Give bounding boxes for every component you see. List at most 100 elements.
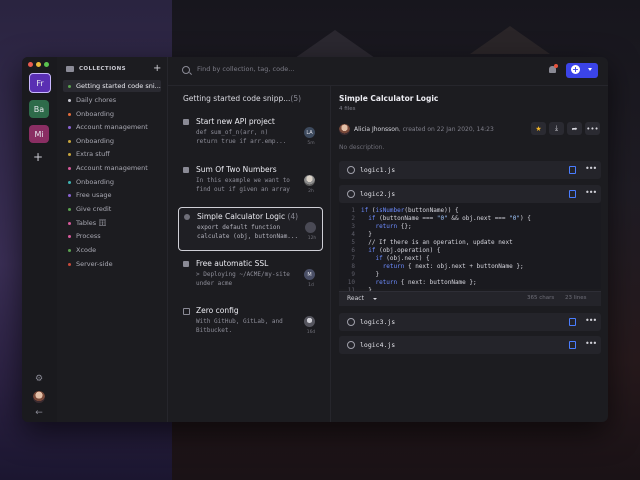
more-options-icon[interactable]: ••• <box>585 188 597 197</box>
add-collection-icon[interactable]: + <box>153 63 161 74</box>
copy-icon[interactable] <box>569 318 576 326</box>
file-name: logic3.js <box>360 318 396 326</box>
sidebar-item-onboarding[interactable]: Onboarding <box>63 108 161 120</box>
collection-color-dot <box>68 112 71 116</box>
copy-icon[interactable] <box>569 190 576 198</box>
snippet-icon <box>184 214 190 220</box>
collections-title: COLLECTIONS <box>79 66 126 72</box>
snippet-preview-line: calculate (obj, buttonNam... <box>197 233 299 240</box>
line-number: 9 <box>351 271 355 278</box>
sidebar-item-daily-chores[interactable]: Daily chores <box>63 94 161 106</box>
author-name: Alicia Jhonsson <box>354 126 399 133</box>
file-header-logic1[interactable]: logic1.js ••• <box>339 161 601 179</box>
sidebar-item-label: Onboarding <box>76 110 115 118</box>
more-options-icon[interactable]: ••• <box>585 339 597 348</box>
sidebar-item-onboarding[interactable]: Onboarding <box>63 176 161 188</box>
created-date: , created on 22 Jan 2020, 14:23 <box>398 126 494 133</box>
settings-icon[interactable]: ⚙ <box>33 373 45 385</box>
collection-color-dot <box>68 234 71 238</box>
collection-color-dot <box>68 139 71 143</box>
close-window-button[interactable] <box>28 62 33 67</box>
snippet-preview-line: return true if arr.emp... <box>196 138 287 145</box>
collection-color-dot <box>68 180 71 184</box>
code-line: if (buttonName === "0" && obj.next === "… <box>368 215 531 222</box>
language-select[interactable]: React <box>347 295 364 302</box>
sidebar-item-give-credit[interactable]: Give credit <box>63 203 161 215</box>
snippet-title: Simple Calculator Logic (4) <box>197 212 299 221</box>
sidebar-item-server-side[interactable]: Server-side <box>63 258 161 270</box>
collapse-sidebar-icon[interactable]: ← <box>33 407 45 419</box>
sidebar-item-onboarding[interactable]: Onboarding <box>63 135 161 147</box>
snippet-card-simple-calculator-logic[interactable]: Simple Calculator Logic (4) export defau… <box>178 207 323 251</box>
more-options-icon[interactable]: ••• <box>585 164 597 173</box>
sidebar-item-label: Onboarding <box>76 178 115 186</box>
copy-icon[interactable] <box>569 166 576 174</box>
search-input[interactable] <box>197 65 397 73</box>
snippet-card-zero-config[interactable]: Zero config With GitHub, GitLab, and Bit… <box>178 302 321 344</box>
files-count: 4 files <box>339 106 356 112</box>
file-header-logic2[interactable]: logic2.js ••• <box>339 185 601 203</box>
minimize-window-button[interactable] <box>36 62 41 67</box>
list-count: (5) <box>290 94 302 103</box>
author-avatar <box>305 222 316 233</box>
snippet-card-start-new-api-project[interactable]: Start new API project def sum_of_n(arr, … <box>178 113 321 155</box>
author-avatar <box>304 175 315 186</box>
sidebar-item-getting-started[interactable]: Getting started code sni... <box>63 80 161 92</box>
code-editor[interactable]: 1 if (isNumber(buttonName)) { 2 if (butt… <box>339 203 601 294</box>
maximize-window-button[interactable] <box>44 62 49 67</box>
sidebar-item-label: Free usage <box>76 191 112 199</box>
snippet-time: 12h <box>307 236 317 241</box>
notification-badge <box>554 64 558 68</box>
add-workspace-icon[interactable]: + <box>33 150 43 164</box>
top-bar: + <box>167 57 608 86</box>
snippet-preview-line: def sum_of_n(arr, n) <box>196 129 269 136</box>
line-number: 10 <box>347 279 355 286</box>
star-icon[interactable]: ★ <box>531 122 546 135</box>
file-header-logic4[interactable]: logic4.js ••• <box>339 336 601 354</box>
code-footer: React 365 chars 23 lines <box>339 291 601 306</box>
snippet-card-sum-of-two-numbers[interactable]: Sum Of Two Numbers In this example we wa… <box>178 161 321 203</box>
workspace-mi[interactable]: Mi <box>29 125 49 143</box>
copy-icon[interactable] <box>569 341 576 349</box>
sidebar-item-tables[interactable]: Tables 🗄 <box>63 217 161 229</box>
chevron-down-icon[interactable] <box>373 298 377 300</box>
more-options-icon[interactable]: ••• <box>585 122 600 135</box>
sidebar-item-label: Getting started code sni... <box>76 82 161 90</box>
snippet-card-free-automatic-ssl[interactable]: Free automatic SSL > Deploying ~/ACME/my… <box>178 255 321 297</box>
workspace-label: Ba <box>33 104 45 114</box>
author-avatar: M <box>304 269 315 280</box>
snippet-detail: Simple Calculator Logic 4 files Alicia J… <box>331 85 608 422</box>
file-name: logic1.js <box>360 166 396 174</box>
collection-color-dot <box>68 84 71 88</box>
user-avatar[interactable] <box>33 391 45 403</box>
workspace-fr[interactable]: Fr <box>29 73 51 93</box>
sidebar-item-extra-stuff[interactable]: Extra stuff <box>63 148 161 160</box>
code-line: if (obj.next) { <box>375 255 430 262</box>
folder-icon <box>66 66 74 72</box>
sidebar-item-free-usage[interactable]: Free usage <box>63 189 161 201</box>
app-window: Fr Ba Mi + ⚙ ← COLLECTIONS + Getting sta… <box>22 57 608 422</box>
download-icon[interactable]: ⤓ <box>549 122 564 135</box>
sidebar-item-account-management[interactable]: Account management <box>63 121 161 133</box>
chevron-down-icon[interactable] <box>588 68 592 71</box>
sidebar-item-label: Account management <box>76 164 148 172</box>
mountain-shape <box>295 30 375 58</box>
sidebar-item-process[interactable]: Process <box>63 230 161 242</box>
char-count: 365 chars <box>527 295 555 301</box>
code-line: } <box>361 231 372 238</box>
sidebar-item-label: Onboarding <box>76 137 115 145</box>
workspace-ba[interactable]: Ba <box>29 100 49 118</box>
snippet-time: 2h <box>308 189 314 194</box>
author-avatar <box>304 316 315 327</box>
share-icon[interactable]: ➦ <box>567 122 582 135</box>
settings-icon <box>347 190 355 198</box>
file-header-logic3[interactable]: logic3.js ••• <box>339 313 601 331</box>
sidebar-item-account-management[interactable]: Account management <box>63 162 161 174</box>
line-number: 8 <box>351 263 355 270</box>
more-options-icon[interactable]: ••• <box>585 316 597 325</box>
snippet-preview-line: With GitHub, GitLab, and <box>196 318 283 325</box>
sidebar-item-xcode[interactable]: Xcode <box>63 244 161 256</box>
new-snippet-button[interactable]: + <box>566 63 598 78</box>
snippet-icon <box>183 167 189 173</box>
snippet-title: Start new API project <box>196 117 275 126</box>
